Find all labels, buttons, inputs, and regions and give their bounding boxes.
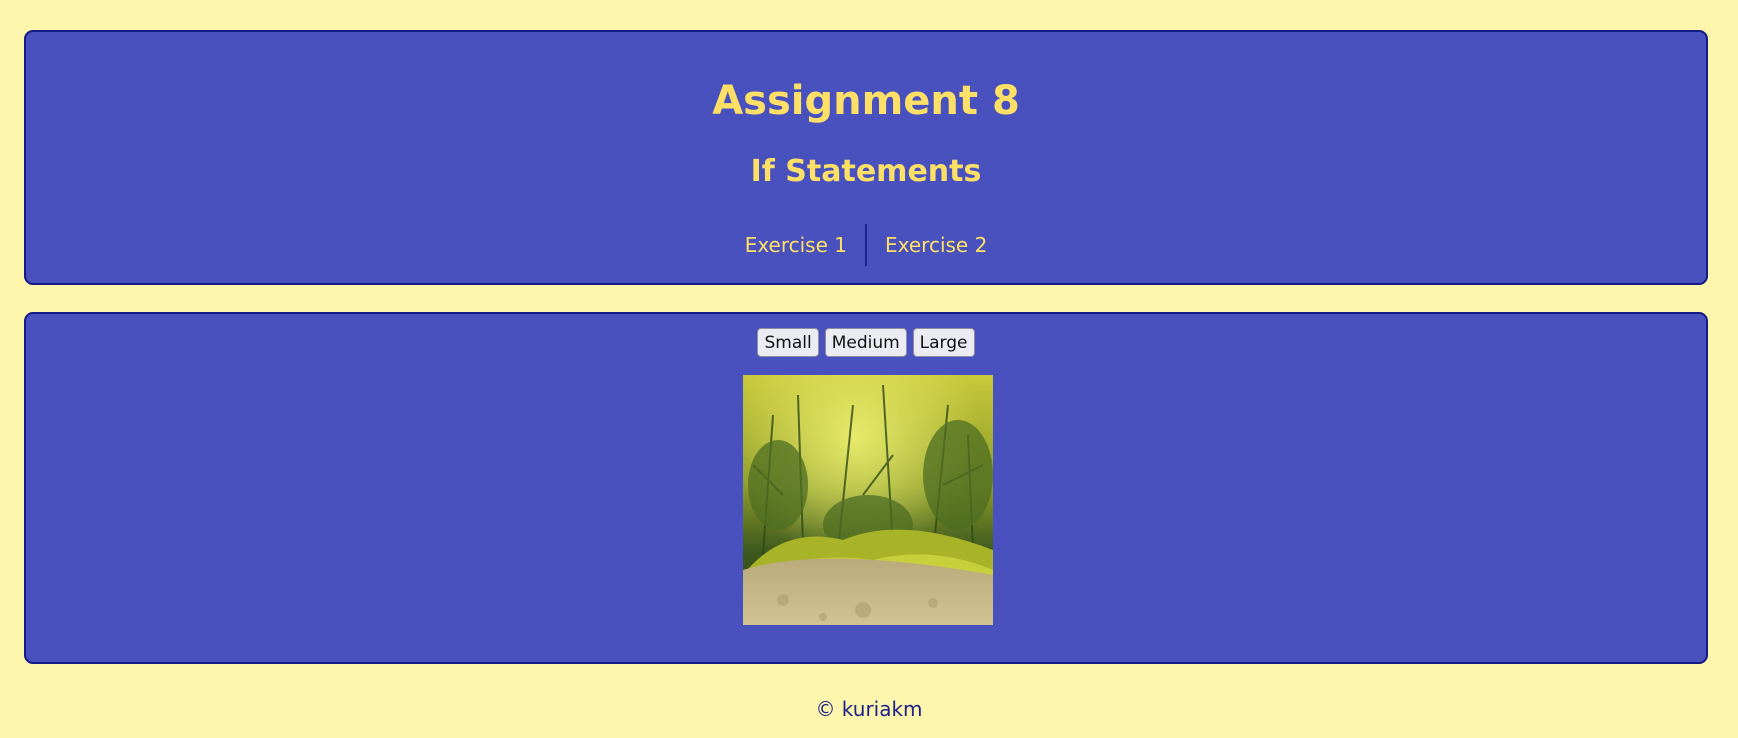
page-title: Assignment 8 xyxy=(712,78,1020,124)
header-panel: Assignment 8 If Statements Exercise 1 Ex… xyxy=(24,30,1708,285)
large-button[interactable]: Large xyxy=(912,328,975,357)
main-panel: Small Medium Large xyxy=(24,312,1708,664)
nav-link-exercise-2[interactable]: Exercise 2 xyxy=(867,224,1005,266)
medium-button[interactable]: Medium xyxy=(824,328,907,357)
footer-copyright: © kuriakm xyxy=(815,697,923,721)
size-button-group: Small Medium Large xyxy=(26,328,1706,357)
moss-photo xyxy=(743,375,993,625)
small-button[interactable]: Small xyxy=(757,328,819,357)
nav-link-exercise-1[interactable]: Exercise 1 xyxy=(727,224,865,266)
exercise-nav: Exercise 1 Exercise 2 xyxy=(26,224,1706,266)
page-subtitle: If Statements xyxy=(750,154,982,189)
